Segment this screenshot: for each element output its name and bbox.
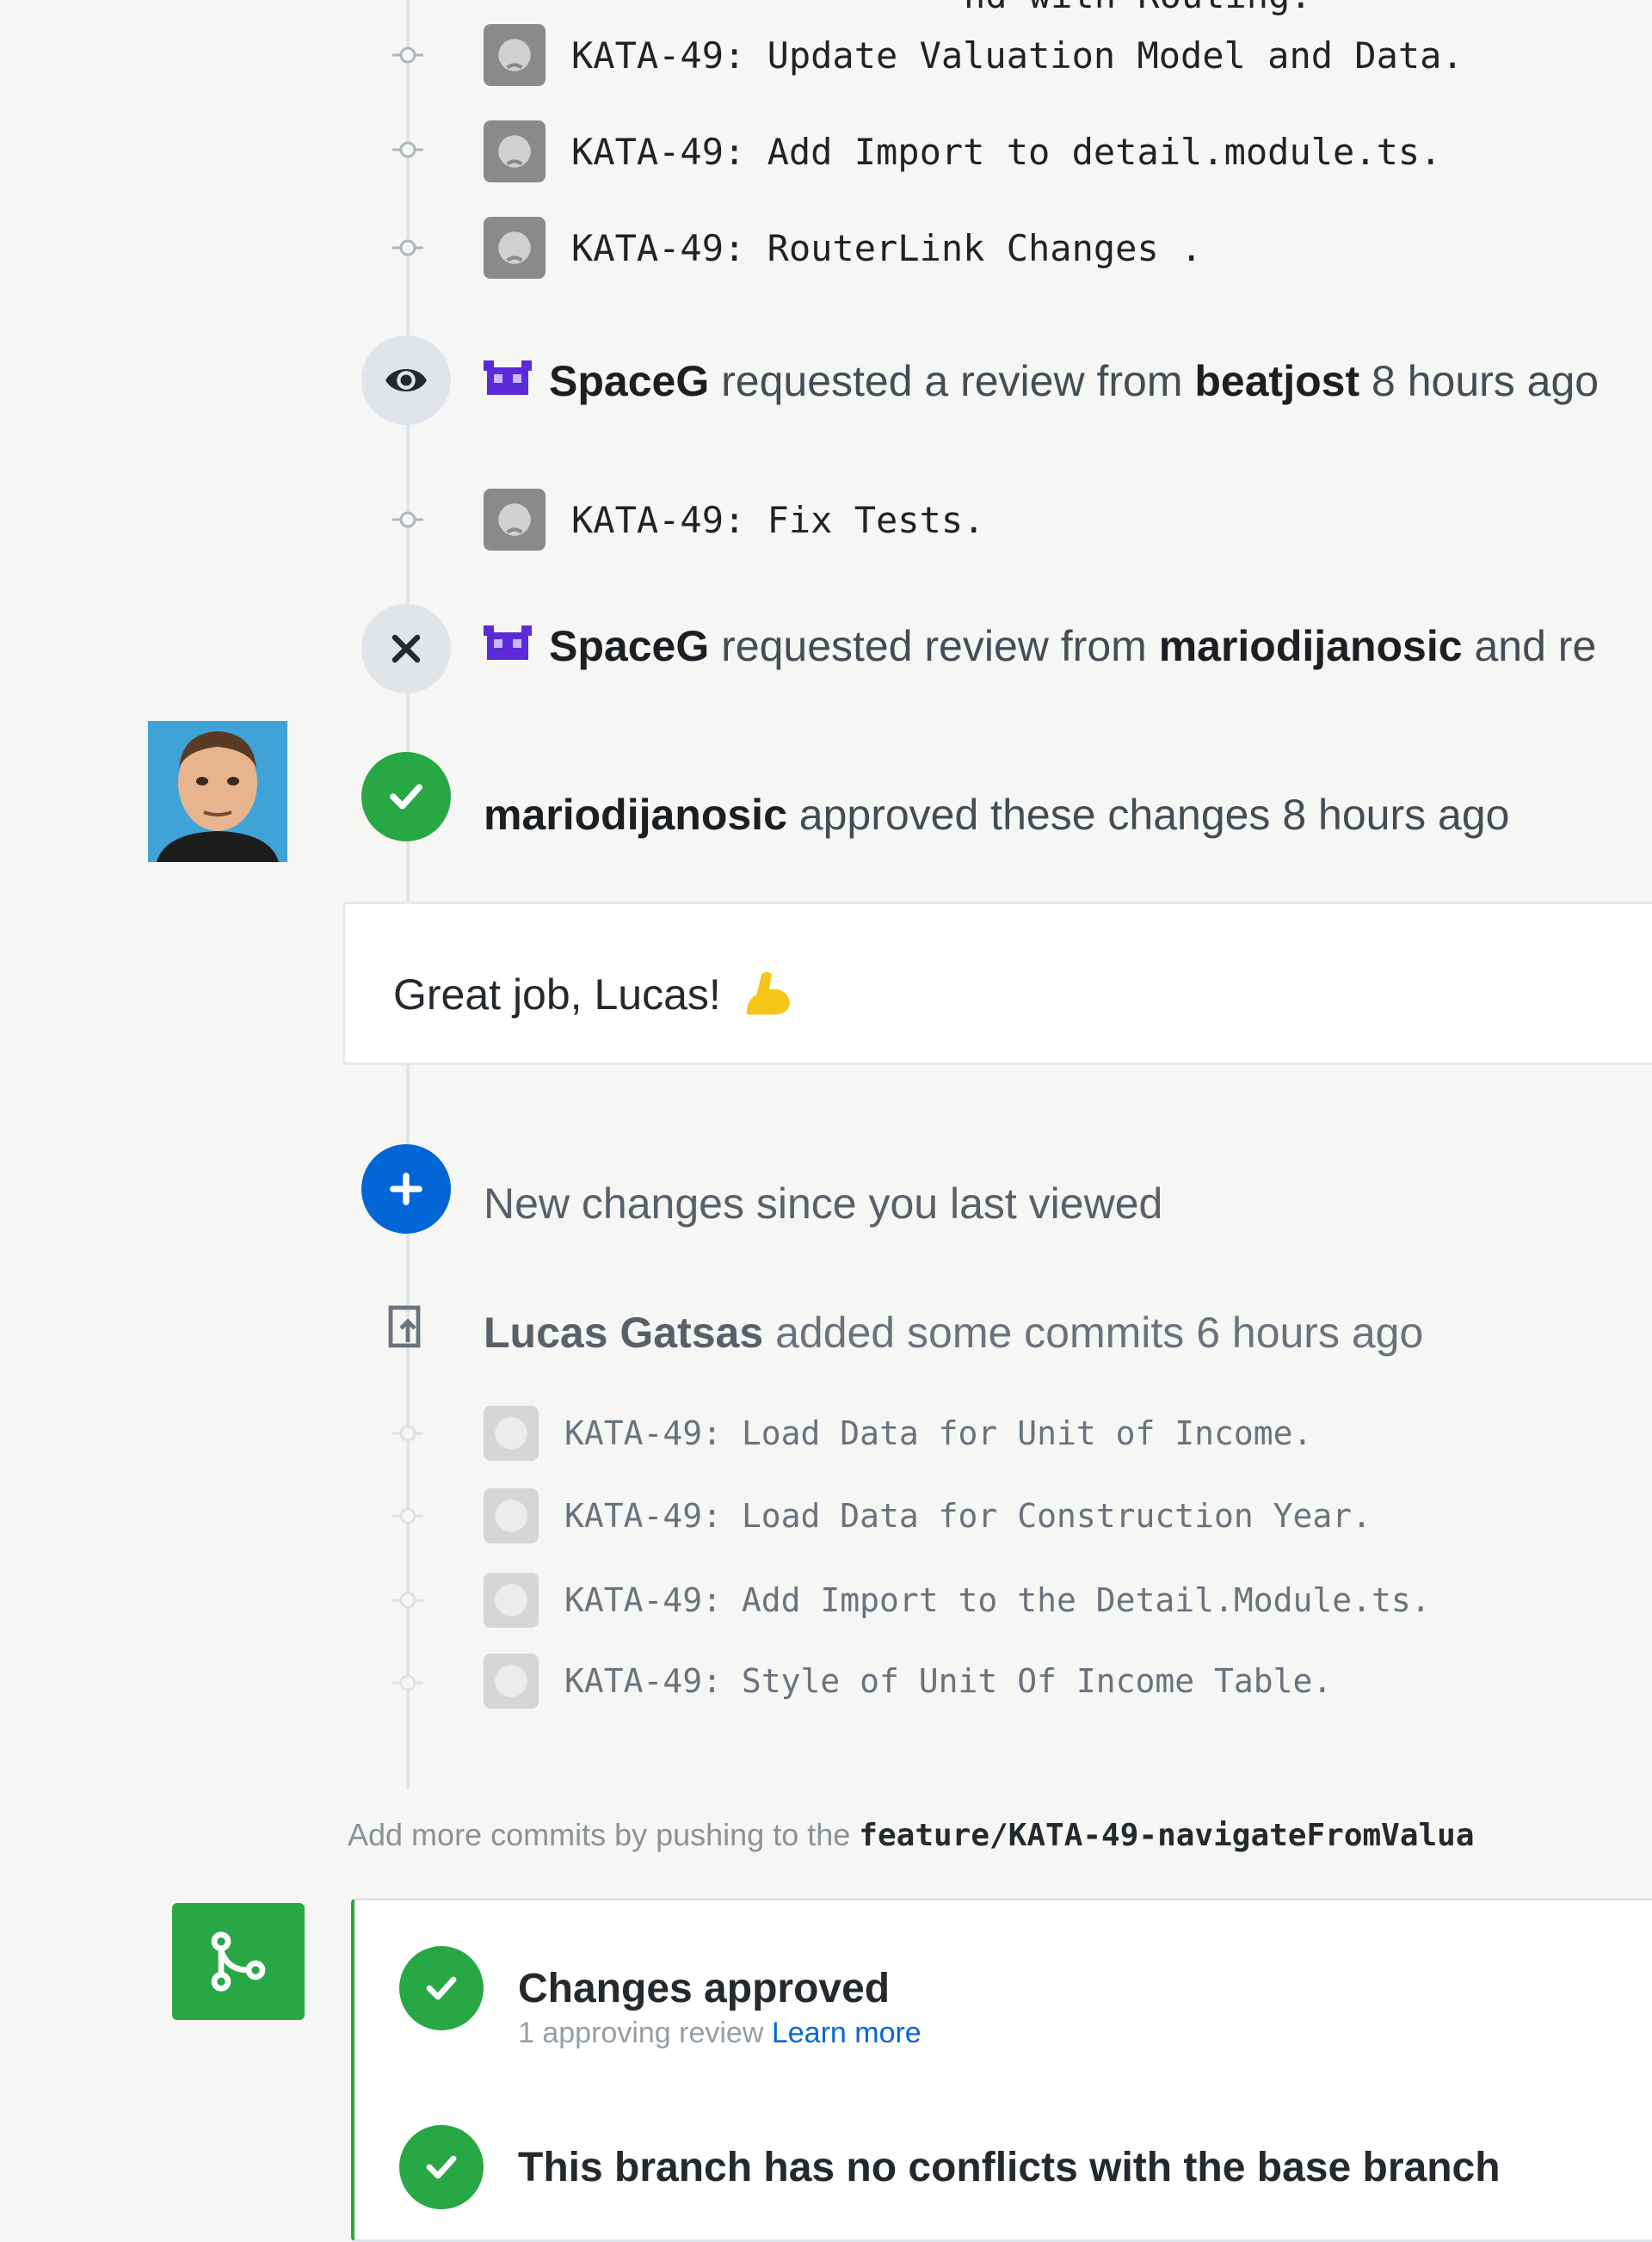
check-icon [361,752,451,841]
reviewer-link[interactable]: mariodijanosic [1159,621,1463,671]
commit-row[interactable]: KATA-49: Style of Unit Of Income Table. [484,1654,1332,1709]
approving-review-count: 1 approving review Learn more [518,2017,922,2050]
commit-icon [392,134,423,165]
approval-event: mariodijanosic approved these changes 8 … [484,790,1509,840]
branch-name[interactable]: feature/KATA-49-navigateFromValua [859,1818,1474,1853]
eye-icon [361,336,451,425]
commit-row[interactable]: KATA-49: Load Data for Unit of Income. [484,1406,1312,1461]
reviewer-link[interactable]: beatjost [1194,356,1359,406]
github-avatar-icon [484,489,546,551]
review-request-event: SpaceG requested a review from beatjost … [484,356,1599,406]
repo-push-icon [387,1304,428,1352]
comment-body: Great job, Lucas! [393,964,797,1025]
event-tail: and re [1474,622,1597,670]
check-icon [399,1946,484,2030]
truncated-commit-text: nd with Routing. [964,0,1312,16]
actor-link[interactable]: mariodijanosic [484,790,787,840]
event-action: added some commits [775,1309,1185,1357]
commit-row[interactable]: KATA-49: Add Import to detail.module.ts. [484,120,1441,182]
approving-review-text: 1 approving review [518,2017,764,2049]
flexed-biceps-emoji-icon [746,971,790,1015]
commit-row[interactable]: KATA-49: Add Import to the Detail.Module… [484,1573,1431,1628]
commit-message[interactable]: KATA-49: Add Import to detail.module.ts. [571,131,1441,173]
commit-icon [392,1667,423,1698]
check-icon [399,2125,484,2209]
commit-row[interactable]: KATA-49: RouterLink Changes . [484,217,1202,279]
comment-text: Great job, Lucas! [393,970,721,1019]
event-action: requested review from [721,622,1147,670]
event-time[interactable]: 8 hours ago [1372,356,1599,406]
github-avatar-icon [484,217,546,279]
new-changes-label: New changes since you last viewed [484,1180,1163,1228]
spaceg-avatar-icon[interactable] [484,360,532,403]
spaceg-avatar-icon[interactable] [484,625,532,668]
event-time[interactable]: 8 hours ago [1282,790,1509,840]
commit-row[interactable]: KATA-49: Load Data for Construction Year… [484,1488,1372,1543]
commit-icon [392,504,423,535]
push-hint-text: Add more commits by pushing to the [348,1817,851,1852]
event-time[interactable]: 6 hours ago [1196,1308,1423,1358]
github-avatar-icon [484,24,546,86]
review-request-event: SpaceG requested review from mariodijano… [484,621,1596,671]
no-conflicts-title: This branch has no conflicts with the ba… [518,2144,1501,2190]
push-event: Lucas Gatsas added some commits 6 hours … [484,1308,1423,1358]
commit-icon [392,1500,423,1531]
actor-link[interactable]: SpaceG [549,356,709,406]
event-action: requested a review from [721,357,1183,405]
commit-message[interactable]: KATA-49: Fix Tests. [571,499,984,541]
github-avatar-icon [484,1573,539,1628]
commit-icon [392,232,423,263]
commit-message[interactable]: KATA-49: Load Data for Construction Year… [564,1497,1372,1535]
x-icon [361,604,451,693]
commit-icon [392,1418,423,1449]
commit-row[interactable]: KATA-49: Update Valuation Model and Data… [484,24,1464,86]
push-hint: Add more commits by pushing to the featu… [348,1817,1475,1853]
no-conflicts-row: This branch has no conflicts with the ba… [399,2125,1501,2209]
github-avatar-icon [484,1488,539,1543]
avatar[interactable] [148,721,287,862]
plus-icon [361,1144,451,1234]
commit-row[interactable]: KATA-49: Fix Tests. [484,489,984,551]
commit-message[interactable]: KATA-49: Style of Unit Of Income Table. [564,1662,1332,1700]
commit-icon [392,40,423,71]
actor-link[interactable]: SpaceG [549,621,709,671]
commit-message[interactable]: KATA-49: Update Valuation Model and Data… [571,34,1464,77]
github-avatar-icon [484,120,546,182]
git-merge-icon [172,1903,305,2020]
commit-message[interactable]: KATA-49: Load Data for Unit of Income. [564,1414,1312,1452]
event-action: approved these changes [798,791,1271,839]
changes-approved-title: Changes approved [518,1965,891,2011]
commit-message[interactable]: KATA-49: RouterLink Changes . [571,227,1202,269]
github-avatar-icon [484,1406,539,1461]
review-comment: Great job, Lucas! [342,902,1652,1065]
commit-icon [392,1585,423,1616]
commit-message[interactable]: KATA-49: Add Import to the Detail.Module… [564,1581,1431,1619]
github-avatar-icon [484,1654,539,1709]
learn-more-link[interactable]: Learn more [772,2017,922,2049]
actor-link[interactable]: Lucas Gatsas [484,1308,763,1358]
